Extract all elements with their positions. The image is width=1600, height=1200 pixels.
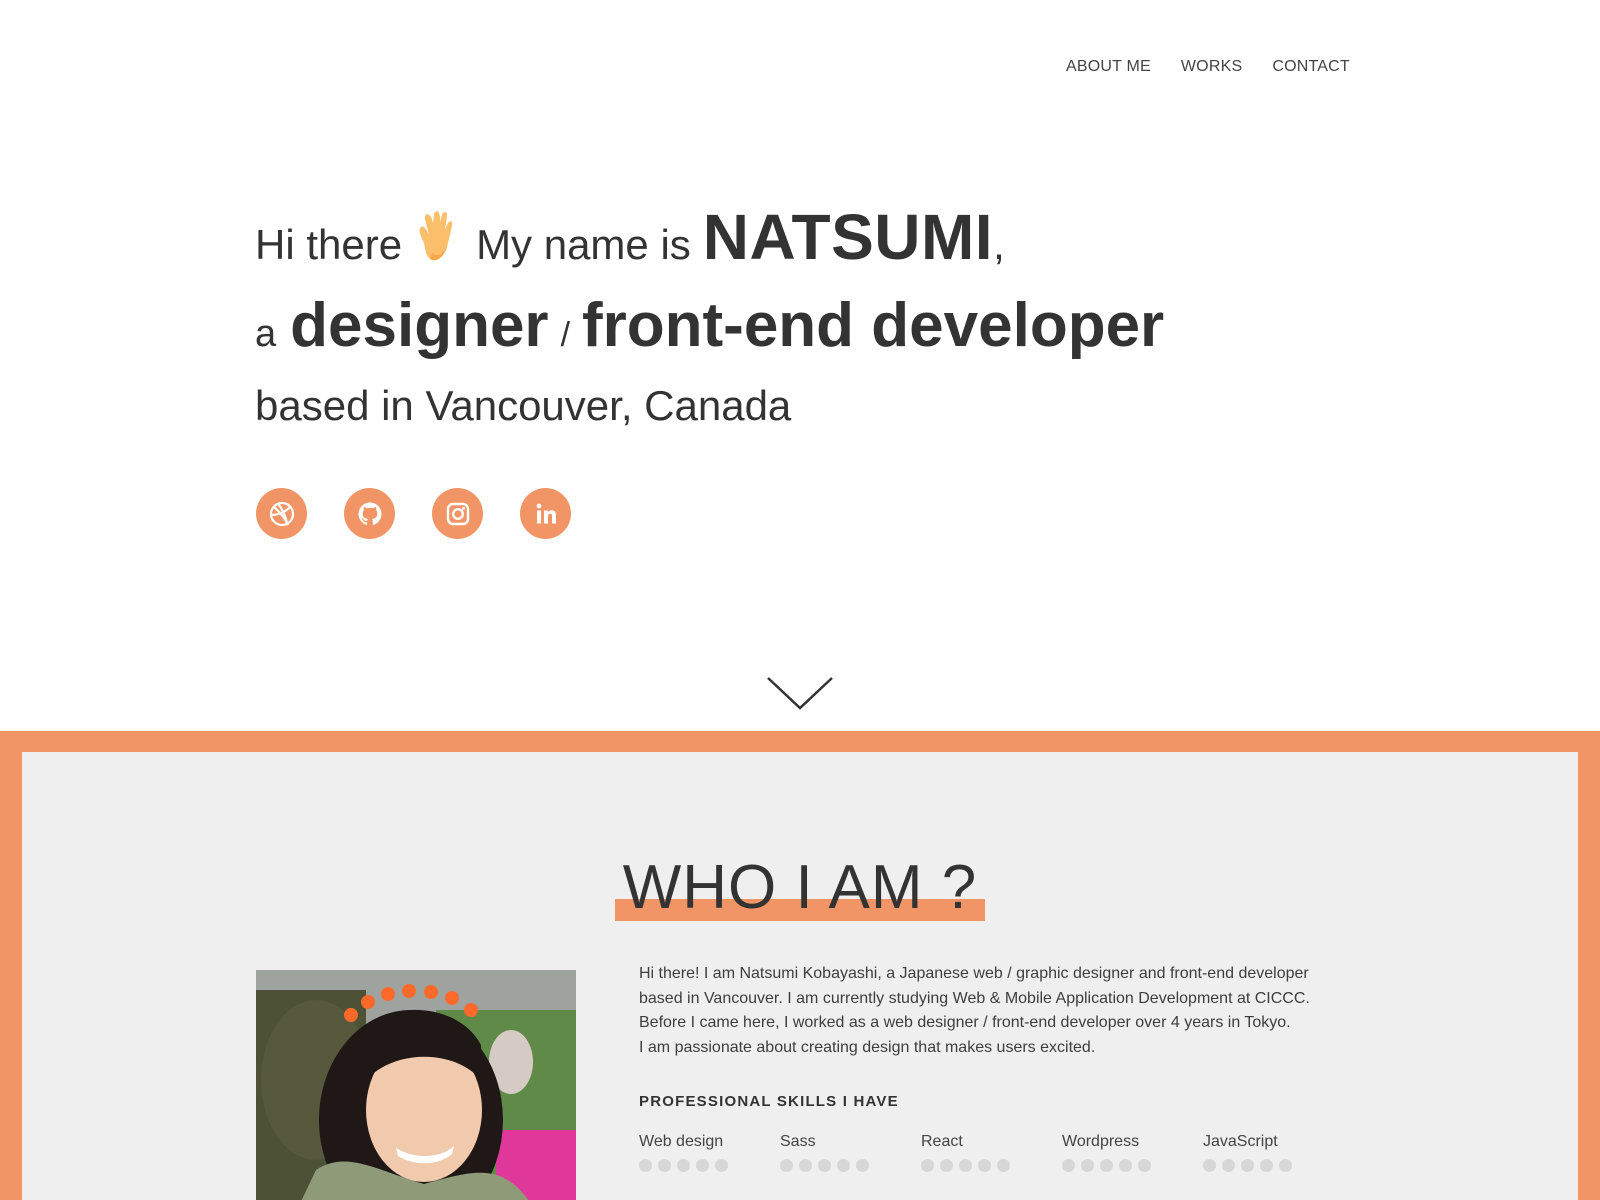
skill-wordpress: Wordpress	[1062, 1133, 1203, 1172]
hero-comma: ,	[993, 221, 1005, 268]
bio-line: Before I came here, I worked as a web de…	[639, 1014, 1291, 1031]
skill-rating	[921, 1159, 1062, 1172]
rating-dot	[940, 1159, 953, 1172]
hero-role-developer: front-end developer	[582, 291, 1165, 360]
about-title: WHO I AM ?	[622, 853, 978, 922]
about-panel: WHO I AM ? Hi there! I am Natsumi Kobaya…	[22, 752, 1578, 1200]
nav-works[interactable]: WORKS	[1181, 58, 1242, 76]
about-bio: Hi there! I am Natsumi Kobayashi, a Japa…	[639, 962, 1359, 1172]
nav-contact[interactable]: CONTACT	[1272, 58, 1350, 76]
skill-name: Sass	[780, 1133, 816, 1150]
hero: Hi there My name is NATSUMI , a designer…	[255, 200, 1355, 430]
profile-photo	[256, 970, 576, 1200]
skills-title: PROFESSIONAL SKILLS I HAVE	[639, 1093, 899, 1110]
rating-dot	[715, 1159, 728, 1172]
linkedin-icon[interactable]	[520, 488, 571, 539]
rating-dot	[799, 1159, 812, 1172]
skill-web-design: Web design	[639, 1133, 780, 1172]
rating-dot	[1062, 1159, 1075, 1172]
rating-dot	[1260, 1159, 1273, 1172]
rating-dot	[696, 1159, 709, 1172]
rating-dot	[1119, 1159, 1132, 1172]
chevron-down-icon[interactable]	[766, 676, 834, 712]
skill-rating	[1062, 1159, 1203, 1172]
skill-react: React	[921, 1133, 1062, 1172]
rating-dot	[856, 1159, 869, 1172]
hero-intro: My name is	[476, 221, 691, 268]
skill-name: Web design	[639, 1133, 724, 1150]
rating-dot	[921, 1159, 934, 1172]
rating-dot	[1279, 1159, 1292, 1172]
rating-dot	[1203, 1159, 1216, 1172]
hero-location: based in Vancouver, Canada	[255, 382, 792, 429]
rating-dot	[1081, 1159, 1094, 1172]
waving-hand-icon	[412, 209, 464, 265]
hero-greeting: Hi there	[255, 221, 403, 268]
rating-dot	[1138, 1159, 1151, 1172]
bio-line: based in Vancouver. I am currently study…	[639, 989, 1310, 1007]
about-section: WHO I AM ? Hi there! I am Natsumi Kobaya…	[0, 731, 1600, 1200]
skill-rating	[639, 1159, 780, 1172]
rating-dot	[780, 1159, 793, 1172]
bio-line: Hi there! I am Natsumi Kobayashi, a Japa…	[639, 965, 1309, 982]
rating-dot	[837, 1159, 850, 1172]
about-heading: WHO I AM ?	[22, 852, 1578, 923]
nav-about-me[interactable]: ABOUT ME	[1066, 58, 1151, 76]
rating-dot	[1222, 1159, 1235, 1172]
rating-dot	[639, 1159, 652, 1172]
skill-javascript: JavaScript	[1203, 1133, 1344, 1172]
skill-rating	[780, 1159, 921, 1172]
social-links	[256, 488, 571, 539]
rating-dot	[658, 1159, 671, 1172]
hero-line-1: Hi there My name is NATSUMI ,	[255, 200, 1355, 286]
rating-dot	[818, 1159, 831, 1172]
rating-dot	[997, 1159, 1010, 1172]
github-icon[interactable]	[344, 488, 395, 539]
skill-rating	[1203, 1159, 1344, 1172]
hero-slash: /	[560, 316, 571, 354]
hero-article: a	[255, 313, 277, 355]
top-nav: ABOUT ME WORKS CONTACT	[1066, 58, 1350, 76]
rating-dot	[677, 1159, 690, 1172]
rating-dot	[1241, 1159, 1254, 1172]
instagram-icon[interactable]	[432, 488, 483, 539]
bio-line: I am passionate about creating design th…	[639, 1038, 1096, 1056]
skill-name: Wordpress	[1062, 1133, 1140, 1150]
rating-dot	[1100, 1159, 1113, 1172]
dribbble-icon[interactable]	[256, 488, 307, 539]
hero-name: NATSUMI	[702, 201, 994, 273]
hero-role-designer: designer	[290, 291, 549, 360]
rating-dot	[978, 1159, 991, 1172]
skill-name: React	[921, 1133, 963, 1150]
skills-list: Web design Sass React Wordpress JavaScri…	[639, 1133, 1359, 1172]
skill-sass: Sass	[780, 1133, 921, 1172]
rating-dot	[959, 1159, 972, 1172]
skill-name: JavaScript	[1203, 1133, 1278, 1150]
hero-line-2: a designer / front-end developer	[255, 290, 1355, 380]
